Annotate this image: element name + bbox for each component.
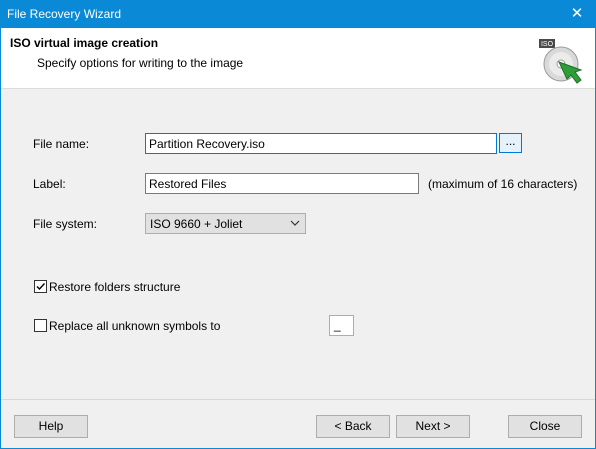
file-system-select[interactable]: ISO 9660 + Joliet xyxy=(145,213,306,234)
file-system-value: ISO 9660 + Joliet xyxy=(150,217,243,231)
iso-badge-text: ISO xyxy=(541,41,554,48)
chevron-down-icon xyxy=(290,220,300,226)
window-title: File Recovery Wizard xyxy=(7,7,122,21)
close-button[interactable]: Close xyxy=(508,415,582,438)
header-subtitle: Specify options for writing to the image xyxy=(37,56,244,70)
help-button[interactable]: Help xyxy=(14,415,88,438)
wizard-header: ISO virtual image creation Specify optio… xyxy=(1,28,595,89)
file-name-input[interactable] xyxy=(145,133,497,154)
replace-unknown-label[interactable]: Replace all unknown symbols to xyxy=(49,319,220,333)
next-button[interactable]: Next > xyxy=(396,415,470,438)
checkmark-icon xyxy=(36,283,46,291)
volume-label-input[interactable] xyxy=(145,173,419,194)
footer-divider xyxy=(1,399,595,400)
restore-structure-label[interactable]: Restore folders structure xyxy=(49,280,180,294)
replace-unknown-checkbox[interactable] xyxy=(34,319,47,332)
title-bar[interactable]: File Recovery Wizard ✕ xyxy=(1,1,595,28)
header-title: ISO virtual image creation xyxy=(10,36,159,50)
file-system-label: File system: xyxy=(33,217,98,231)
back-button[interactable]: < Back xyxy=(316,415,390,438)
replace-symbol-input[interactable]: _ xyxy=(329,315,354,336)
file-name-label: File name: xyxy=(33,137,90,151)
label-hint: (maximum of 16 characters) xyxy=(428,177,578,191)
close-window-icon[interactable]: ✕ xyxy=(567,4,587,24)
restore-structure-checkbox[interactable] xyxy=(34,280,47,293)
label-label: Label: xyxy=(33,177,66,191)
browse-button[interactable]: ... xyxy=(499,133,522,153)
file-recovery-wizard-window: File Recovery Wizard ✕ ISO virtual image… xyxy=(0,0,596,449)
iso-disc-icon: ISO xyxy=(539,39,583,84)
